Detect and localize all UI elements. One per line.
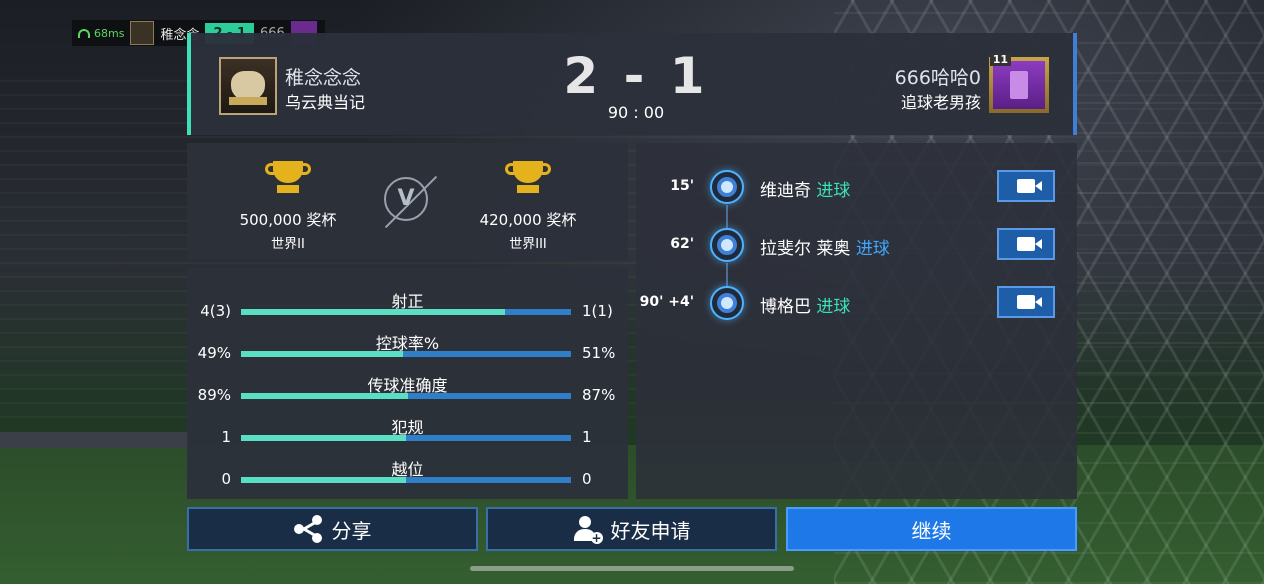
stat-away-value: 1(1)	[582, 302, 613, 320]
away-trophy-count: 420,000 奖杯	[479, 211, 577, 229]
away-player-name: 666哈哈0	[894, 67, 981, 89]
video-camera-icon	[1017, 179, 1042, 193]
event-minute: 90' +4'	[639, 294, 694, 310]
goal-ball-icon	[710, 286, 744, 320]
stat-row-offsides: 越位 0 0	[187, 456, 628, 496]
match-events-panel: 15' 维迪奇 进球 62' 拉斐尔 莱奥 进球 90' +4' 博格巴 进球	[636, 143, 1077, 499]
vs-icon: V	[384, 177, 428, 221]
stat-bar-home-fill	[241, 309, 505, 315]
away-club-name: 追球老男孩	[900, 93, 981, 112]
stat-bar-home-fill	[241, 393, 408, 399]
stat-bar-home-fill	[241, 435, 406, 441]
event-player: 拉斐尔 莱奥	[760, 239, 851, 259]
stat-away-value: 0	[582, 470, 592, 488]
away-level-badge: 11	[989, 53, 1011, 66]
continue-button[interactable]: 继续	[786, 507, 1077, 551]
event-minute: 62'	[670, 236, 694, 252]
event-description: 博格巴 进球	[760, 292, 850, 317]
event-type: 进球	[816, 181, 851, 201]
event-description: 维迪奇 进球	[760, 176, 850, 201]
event-row: 90' +4' 博格巴 进球	[636, 284, 1077, 324]
share-label: 分享	[331, 518, 372, 543]
stat-home-value: 89%	[197, 386, 231, 404]
stat-home-value: 49%	[197, 344, 231, 362]
wifi-icon	[78, 28, 90, 38]
stat-bar	[241, 435, 571, 441]
stat-home-value: 4(3)	[200, 302, 231, 320]
stat-row-pass-accuracy: 传球准确度 89% 87%	[187, 372, 628, 412]
friend-request-label: 好友申请	[610, 518, 691, 543]
stat-away-value: 51%	[582, 344, 616, 362]
goal-ball-icon	[710, 170, 744, 204]
stat-bar-home-fill	[241, 477, 406, 483]
event-row: 15' 维迪奇 进球	[636, 168, 1077, 208]
event-type: 进球	[855, 239, 890, 259]
video-camera-icon	[1017, 295, 1042, 309]
ad-boards	[0, 432, 190, 448]
share-icon	[293, 515, 322, 543]
stat-bar	[241, 477, 571, 483]
stat-away-value: 1	[582, 428, 592, 446]
stat-home-value: 0	[221, 470, 231, 488]
event-player: 博格巴	[760, 297, 811, 317]
home-trophy-icon	[263, 161, 313, 197]
mini-home-logo	[130, 21, 155, 45]
event-minute: 15'	[670, 178, 694, 194]
stat-bar	[241, 393, 571, 399]
replay-button[interactable]	[997, 286, 1055, 318]
match-header: 稚念念念 乌云典当记 2 - 1 90 : 00 666哈哈0 追球老男孩 11	[187, 33, 1077, 135]
add-friend-icon: +	[573, 516, 603, 544]
video-camera-icon	[1017, 237, 1042, 251]
ping-value: 68ms	[94, 26, 125, 40]
stat-bar	[241, 351, 571, 357]
replay-button[interactable]	[997, 170, 1055, 202]
stat-row-possession: 控球率% 49% 51%	[187, 330, 628, 370]
home-division: 世界II	[271, 237, 305, 252]
away-division: 世界III	[509, 237, 547, 252]
stat-away-value: 87%	[582, 386, 616, 404]
match-stats-panel: 射正 4(3) 1(1) 控球率% 49% 51% 传球准确度 89% 87% …	[187, 268, 628, 499]
event-description: 拉斐尔 莱奥 进球	[760, 234, 890, 259]
continue-label: 继续	[911, 518, 952, 543]
trophy-panel: 500,000 奖杯 世界II V 420,000 奖杯 世界III	[187, 143, 628, 260]
stat-row-shots-on-target: 射正 4(3) 1(1)	[187, 288, 628, 328]
away-trophy-icon	[503, 161, 553, 197]
stat-row-fouls: 犯规 1 1	[187, 414, 628, 454]
home-trophy-count: 500,000 奖杯	[239, 211, 337, 229]
event-row: 62' 拉斐尔 莱奥 进球	[636, 226, 1077, 266]
goal-ball-icon	[710, 228, 744, 262]
stat-home-value: 1	[221, 428, 231, 446]
share-button[interactable]: 分享	[187, 507, 478, 551]
stat-bar-home-fill	[241, 351, 403, 357]
crest-emblem-icon	[1010, 71, 1028, 99]
friend-request-button[interactable]: + 好友申请	[486, 507, 777, 551]
event-player: 维迪奇	[760, 181, 811, 201]
ping-indicator: 68ms	[72, 27, 124, 40]
stat-bar	[241, 309, 571, 315]
home-indicator[interactable]	[470, 566, 794, 571]
event-type: 进球	[816, 297, 851, 317]
replay-button[interactable]	[997, 228, 1055, 260]
